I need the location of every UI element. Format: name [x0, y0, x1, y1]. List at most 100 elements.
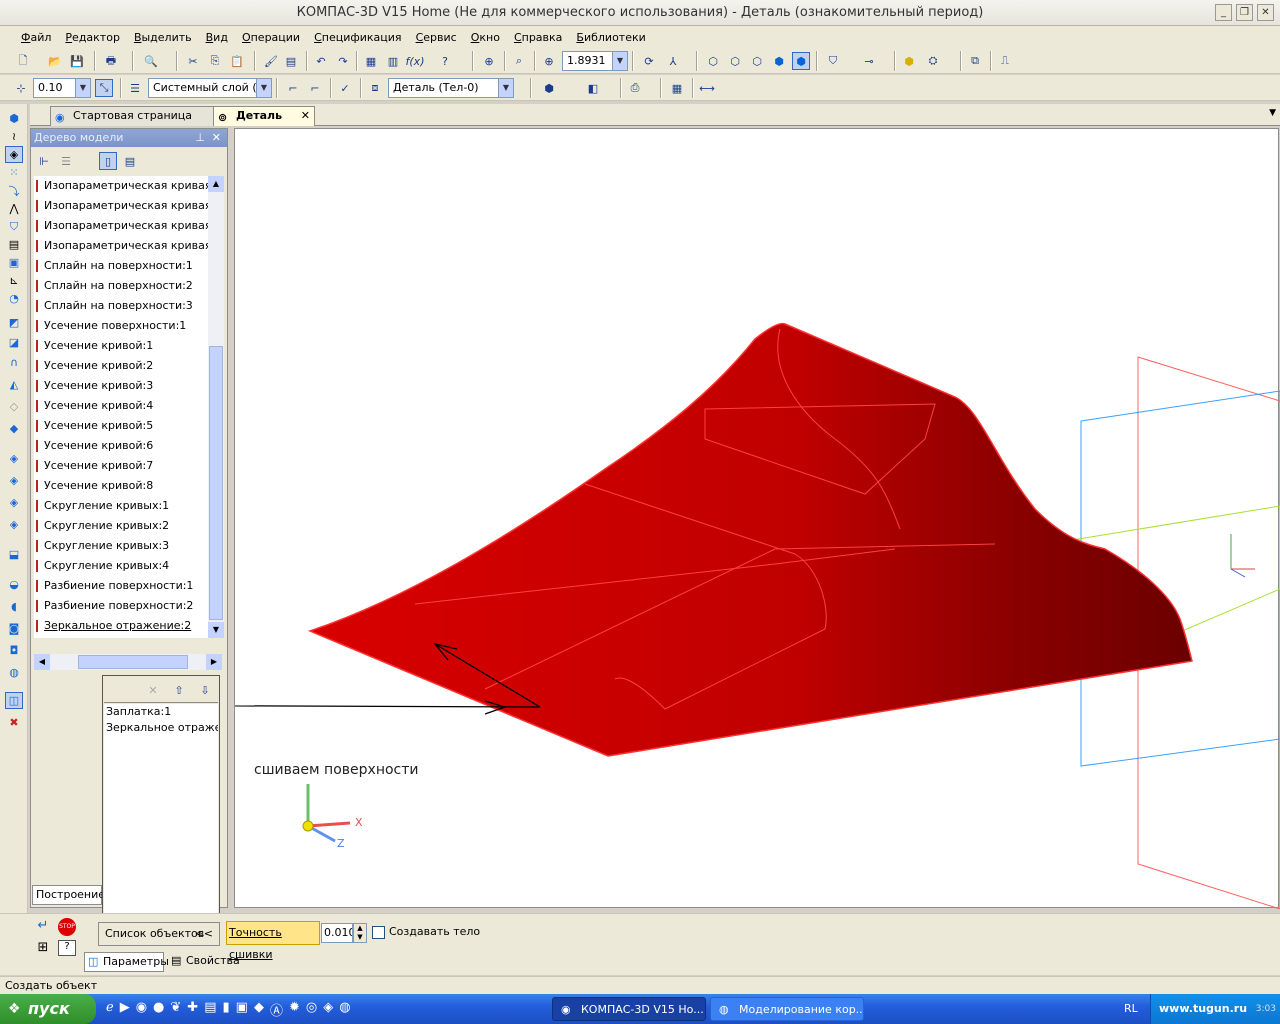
points-icon[interactable]: ⁙	[5, 164, 23, 181]
move-up-icon[interactable]: ⇧	[170, 681, 188, 699]
mirror-surface-icon[interactable]: ◘	[5, 642, 23, 659]
help-pointer-icon[interactable]: ?	[436, 52, 454, 70]
new-file-icon[interactable]: 🗋	[14, 52, 32, 70]
tree-horizontal-scrollbar[interactable]: ◀ ▶	[34, 654, 222, 670]
tree-vertical-scrollbar[interactable]: ▲ ▼	[208, 176, 224, 638]
menu-service[interactable]: Сервис	[409, 31, 464, 44]
leaf-icon[interactable]: ❦	[170, 1000, 181, 1019]
pin-icon[interactable]: ⊥	[195, 129, 205, 147]
close-button[interactable]: ✕	[1257, 4, 1274, 21]
trim-surface-icon[interactable]: ⬓	[5, 546, 23, 563]
ruled-surface-icon[interactable]: ◇	[5, 398, 23, 415]
variables-icon[interactable]: ▥	[384, 52, 402, 70]
tree-item[interactable]: Скругление кривых:2	[34, 516, 208, 536]
menu-view[interactable]: Вид	[199, 31, 235, 44]
wireframe-icon[interactable]: ⬡	[704, 52, 722, 70]
properties-icon[interactable]: ▤	[282, 52, 300, 70]
aux-geometry-icon[interactable]: ⋀	[5, 200, 23, 217]
app-icon[interactable]: ◉	[136, 1000, 147, 1019]
preview-icon[interactable]: 🔍	[142, 52, 160, 70]
task-kompas[interactable]: ◉ КОМПАС-3D V15 Ho...	[552, 997, 706, 1021]
project-icon[interactable]: ◍	[5, 664, 23, 681]
app4-icon[interactable]: Ⓐ	[270, 1000, 283, 1019]
scroll-thumb[interactable]	[78, 655, 188, 669]
menu-help[interactable]: Справка	[507, 31, 569, 44]
body-icon[interactable]: ⧈	[366, 79, 384, 97]
tab-construction[interactable]: Построение	[32, 885, 105, 905]
color-icon[interactable]: ⬢	[540, 79, 558, 97]
assembly-icon[interactable]: ⛭	[924, 52, 942, 70]
firefox-icon[interactable]: ●	[153, 1000, 164, 1019]
patch-surface-icon[interactable]: ◆	[5, 420, 23, 437]
array-icon[interactable]: ⤵	[5, 182, 23, 199]
undo-icon[interactable]: ↶	[312, 52, 330, 70]
detail-combo[interactable]: Деталь (Тел-0) ▼	[388, 78, 514, 98]
linear-surface-icon[interactable]: ◈	[5, 494, 23, 511]
language-indicator[interactable]: RL	[1124, 1002, 1138, 1015]
note-icon[interactable]: ▮	[223, 1000, 230, 1019]
tab-parameters[interactable]: ◫ Параметры	[84, 952, 169, 972]
copy-icon[interactable]: ⎘	[206, 52, 224, 70]
tree-item[interactable]: Усечение кривой:1	[34, 336, 208, 356]
library-icon[interactable]: ⧉	[966, 52, 984, 70]
scroll-left-icon[interactable]: ◀	[34, 654, 50, 670]
tabs-menu-icon[interactable]: ▼	[1269, 108, 1276, 118]
shaded-icon[interactable]: ⬢	[770, 52, 788, 70]
menu-window[interactable]: Окно	[464, 31, 507, 44]
tree-item[interactable]: Изопараметрическая кривая:2	[34, 196, 208, 216]
notepad-icon[interactable]: ▤	[204, 1000, 216, 1019]
tab-start-page[interactable]: ◉ Стартовая страница	[50, 106, 222, 126]
step-combo[interactable]: 0.10 ▼	[33, 78, 91, 98]
measure-icon[interactable]: ⊾	[5, 272, 23, 289]
scroll-up-icon[interactable]: ▲	[208, 176, 224, 192]
filter-icon[interactable]: ⛉	[824, 52, 842, 70]
ie-icon[interactable]: ℯ	[106, 1000, 114, 1019]
menu-specification[interactable]: Спецификация	[307, 31, 408, 44]
tree-item[interactable]: Усечение поверхности:1	[34, 316, 208, 336]
zoom-combo[interactable]: 1.8931 ▼	[562, 51, 628, 71]
tree-item[interactable]: Усечение кривой:8	[34, 476, 208, 496]
scroll-down-icon[interactable]: ▼	[208, 622, 224, 638]
tree-item[interactable]: Скругление кривых:4	[34, 556, 208, 576]
delete-icon[interactable]: ✕	[144, 681, 162, 699]
chevron-down-icon[interactable]: ▼	[75, 79, 90, 97]
menu-edit[interactable]: Редактор	[58, 31, 127, 44]
cs-edit-icon[interactable]: ⌐	[306, 79, 324, 97]
chevron-down-icon[interactable]: ▼	[498, 79, 513, 97]
tree-item-selected[interactable]: Зеркальное отражение:2	[34, 616, 208, 636]
part-icon[interactable]: ⬢	[900, 52, 918, 70]
move-down-icon[interactable]: ⇩	[196, 681, 214, 699]
create-object-icon[interactable]: ↵	[34, 918, 52, 934]
join-surface-icon[interactable]: ◙	[5, 620, 23, 637]
tree-item[interactable]: Скругление кривых:1	[34, 496, 208, 516]
tree-item[interactable]: Усечение кривой:7	[34, 456, 208, 476]
tree-item[interactable]: Изопараметрическая кривая:4	[34, 236, 208, 256]
offset-surface-icon[interactable]: ◈	[5, 450, 23, 467]
hidden-lines-icon[interactable]: ⬡	[726, 52, 744, 70]
maximize-button[interactable]: ❐	[1236, 4, 1253, 21]
print-settings-icon[interactable]: ⎙	[626, 79, 644, 97]
menu-operations[interactable]: Операции	[235, 31, 307, 44]
help-icon[interactable]: ?	[58, 940, 76, 956]
loft-surface-icon[interactable]: ◭	[5, 376, 23, 393]
spec-icon[interactable]: ▤	[5, 236, 23, 253]
zoom-in-icon[interactable]: ⊕	[540, 52, 558, 70]
filter-icon[interactable]: ⛉	[5, 218, 23, 235]
close-icon[interactable]: ✕	[212, 129, 221, 147]
step-icon[interactable]: ⊹	[12, 79, 30, 97]
tree-list-icon[interactable]: ☰	[57, 152, 75, 170]
table-icon[interactable]: ▦	[668, 79, 686, 97]
delete-surface-icon[interactable]: ✖	[5, 714, 23, 731]
tree-item[interactable]: Сплайн на поверхности:3	[34, 296, 208, 316]
tree-item[interactable]: Разбиение поверхности:1	[34, 576, 208, 596]
scroll-thumb[interactable]	[209, 346, 223, 620]
close-tab-icon[interactable]: ✕	[301, 107, 310, 125]
media-icon[interactable]: ▶	[120, 1000, 130, 1019]
rotate-icon[interactable]: ⟳	[640, 52, 658, 70]
precision-spinner[interactable]: ▲ ▼	[353, 923, 367, 943]
auto-create-icon[interactable]: ⊞	[34, 940, 52, 956]
fillet-surface-icon[interactable]: ◖	[5, 598, 23, 615]
tree-item[interactable]: Разбиение поверхности:2	[34, 596, 208, 616]
curves-icon[interactable]: ≀	[5, 128, 23, 145]
objects-list-button[interactable]: Список объектов <<	[98, 922, 220, 946]
